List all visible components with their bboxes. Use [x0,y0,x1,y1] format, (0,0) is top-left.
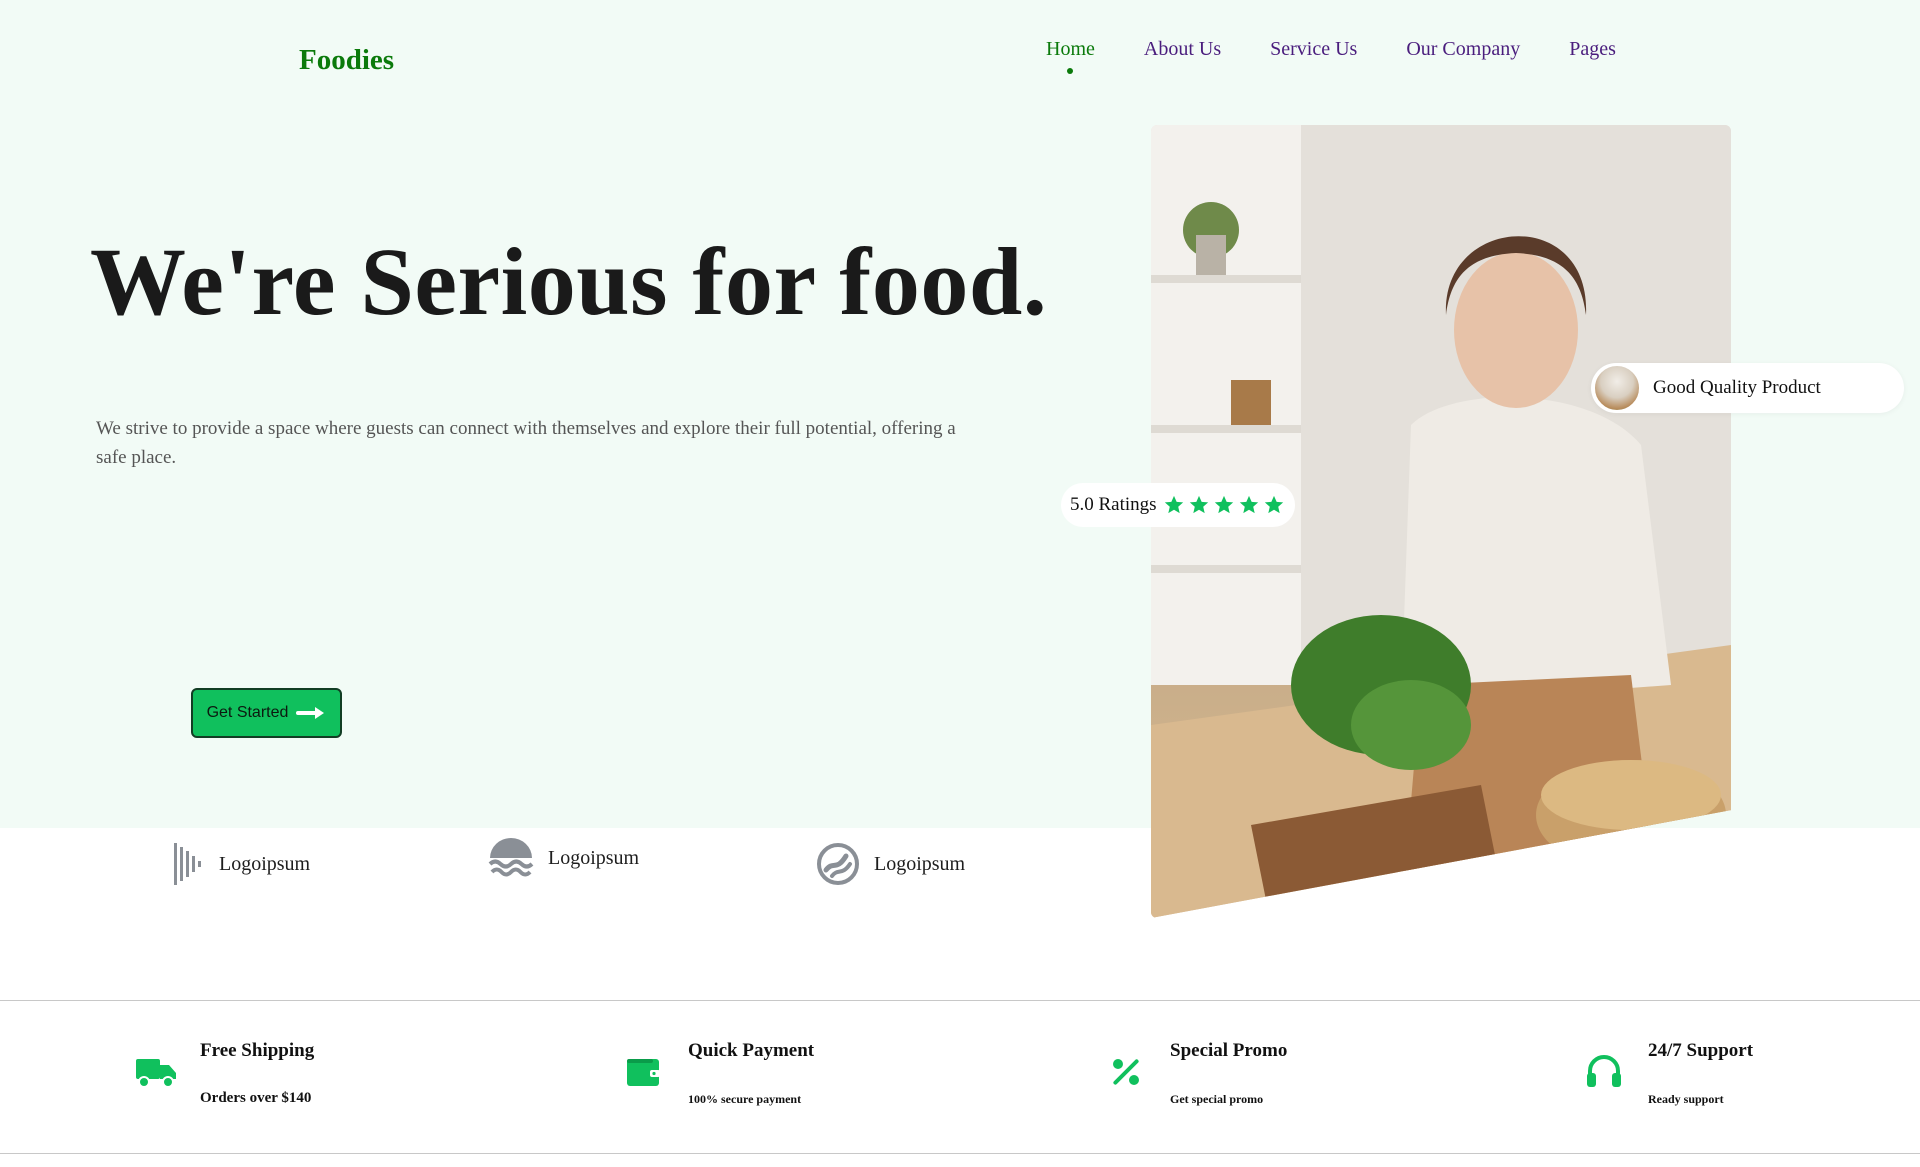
features-top-divider [0,1000,1920,1001]
partner-logo-2[interactable]: Logoipsum [488,838,639,878]
ratings-badge: 5.0 Ratings [1061,483,1295,527]
get-started-label: Get Started [206,704,289,721]
feature-title: Quick Payment [688,1040,815,1061]
star-icon [1239,495,1258,514]
star-icon [1214,495,1233,514]
nav-home[interactable]: Home [1046,38,1095,74]
feature-free-shipping: Free Shipping Orders over $140 [134,1040,314,1107]
feature-subtitle: 100% secure payment [688,1092,802,1106]
brand-logo[interactable]: Foodies [299,44,394,77]
partner-logo-1[interactable]: Logoipsum [173,841,310,887]
rating-stars [1163,494,1285,516]
quality-badge: Good Quality Product [1591,363,1904,413]
percent-icon [1113,1059,1139,1085]
quality-badge-label: Good Quality Product [1653,377,1821,398]
arrow-right-icon [296,707,325,719]
feature-title: Special Promo [1170,1040,1288,1061]
get-started-button[interactable]: Get Started [191,688,342,738]
feature-support: 24/7 Support Ready support [1582,1040,1753,1107]
hero-title: We're Serious for food. [90,228,1048,335]
partner-logo-label: Logoipsum [548,846,640,869]
ratings-label: 5.0 Ratings [1070,494,1157,515]
feature-title: 24/7 Support [1648,1040,1754,1061]
star-icon [1164,495,1183,514]
nav-service-us[interactable]: Service Us [1270,38,1357,61]
headphones-icon [1587,1055,1621,1087]
nav-pages[interactable]: Pages [1569,38,1616,61]
quality-avatar [1593,364,1641,412]
features-bottom-divider [0,1153,1920,1154]
waves-logo-icon [488,838,534,877]
stripe-circle-logo-icon [817,843,859,885]
hero-description: We strive to provide a space where guest… [96,418,956,468]
partner-logo-label: Logoipsum [874,852,966,875]
nav-about-us[interactable]: About Us [1144,38,1221,61]
truck-icon [136,1059,176,1088]
partner-logos: Logoipsum Logoipsum Logoipsum [0,838,1100,898]
feature-quick-payment: Quick Payment 100% secure payment [622,1040,814,1107]
star-icon [1264,495,1283,514]
feature-subtitle: Get special promo [1170,1092,1264,1106]
partner-logo-3[interactable]: Logoipsum [816,842,965,886]
feature-title: Free Shipping [200,1040,315,1061]
main-nav: Home About Us Service Us Our Company Pag… [1046,38,1616,74]
wallet-icon [627,1059,660,1086]
bars-logo-icon [174,843,201,885]
star-icon [1189,495,1208,514]
feature-subtitle: Orders over $140 [200,1090,312,1106]
feature-subtitle: Ready support [1648,1092,1724,1106]
partner-logo-label: Logoipsum [219,852,311,875]
feature-special-promo: Special Promo Get special promo [1104,1040,1287,1107]
nav-our-company[interactable]: Our Company [1406,38,1520,61]
